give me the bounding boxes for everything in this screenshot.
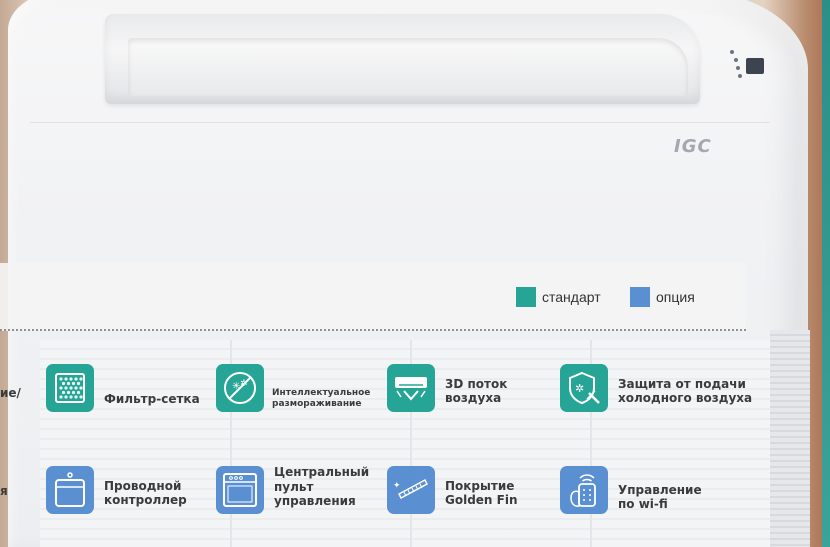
feature-label: Центральный пульт управления bbox=[274, 465, 370, 509]
feature-wired-controller: Проводной контроллер bbox=[46, 466, 194, 514]
svg-text:✦: ✦ bbox=[393, 481, 401, 491]
legend-option-label: опция bbox=[656, 289, 695, 305]
legend-option: опция bbox=[630, 287, 695, 307]
cold-air-shield-icon: ✲ bbox=[560, 364, 608, 412]
central-remote-icon bbox=[216, 466, 264, 514]
feature-label: Защита от подачи холодного воздуха bbox=[618, 376, 753, 405]
brand-logo: IGC bbox=[674, 136, 712, 157]
panel-seam bbox=[30, 122, 770, 123]
unit-display-icon bbox=[726, 44, 770, 80]
option-swatch bbox=[630, 287, 650, 307]
feature-label: 3D поток воздуха bbox=[445, 376, 508, 405]
feature-label: Покрытие Golden Fin bbox=[445, 478, 518, 507]
dotted-divider bbox=[0, 329, 746, 331]
feature-central-remote: Центральный пульт управления bbox=[216, 465, 374, 514]
svg-text:✲: ✲ bbox=[240, 379, 248, 389]
feature-filter-mesh: Фильтр-сетка bbox=[46, 364, 200, 412]
feature-label: Фильтр-сетка bbox=[104, 391, 200, 406]
svg-text:✲: ✲ bbox=[575, 382, 584, 395]
cutoff-label: я bbox=[0, 484, 8, 498]
wired-controller-icon bbox=[46, 466, 94, 514]
feature-wifi-control: Управление по wi-fi bbox=[560, 466, 718, 514]
wifi-control-icon bbox=[560, 466, 608, 514]
legend-standard-label: стандарт bbox=[542, 289, 601, 305]
feature-defrost: ✳ ✲ Интеллектуальное размораживание bbox=[216, 364, 382, 412]
feature-golden-fin: ✦ Покрытие Golden Fin bbox=[387, 466, 535, 514]
side-grille bbox=[770, 330, 810, 547]
feature-label: Интеллектуальное размораживание bbox=[272, 388, 371, 409]
filter-mesh-icon bbox=[46, 364, 94, 412]
cutoff-label: ие/ bbox=[0, 386, 21, 400]
defrost-icon: ✳ ✲ bbox=[216, 364, 264, 412]
airflow-3d-icon bbox=[387, 364, 435, 412]
air-outlet-louver bbox=[128, 38, 688, 96]
legend-standard: стандарт bbox=[516, 287, 601, 307]
feature-3d-airflow: 3D поток воздуха bbox=[387, 364, 525, 412]
feature-cold-air-protection: ✲ Защита от подачи холодного воздуха bbox=[560, 364, 758, 412]
standard-swatch bbox=[516, 287, 536, 307]
feature-label: Проводной контроллер bbox=[104, 478, 187, 507]
feature-label: Управление по wi-fi bbox=[618, 482, 702, 511]
edge-strip bbox=[822, 0, 830, 547]
golden-fin-icon: ✦ bbox=[387, 466, 435, 514]
